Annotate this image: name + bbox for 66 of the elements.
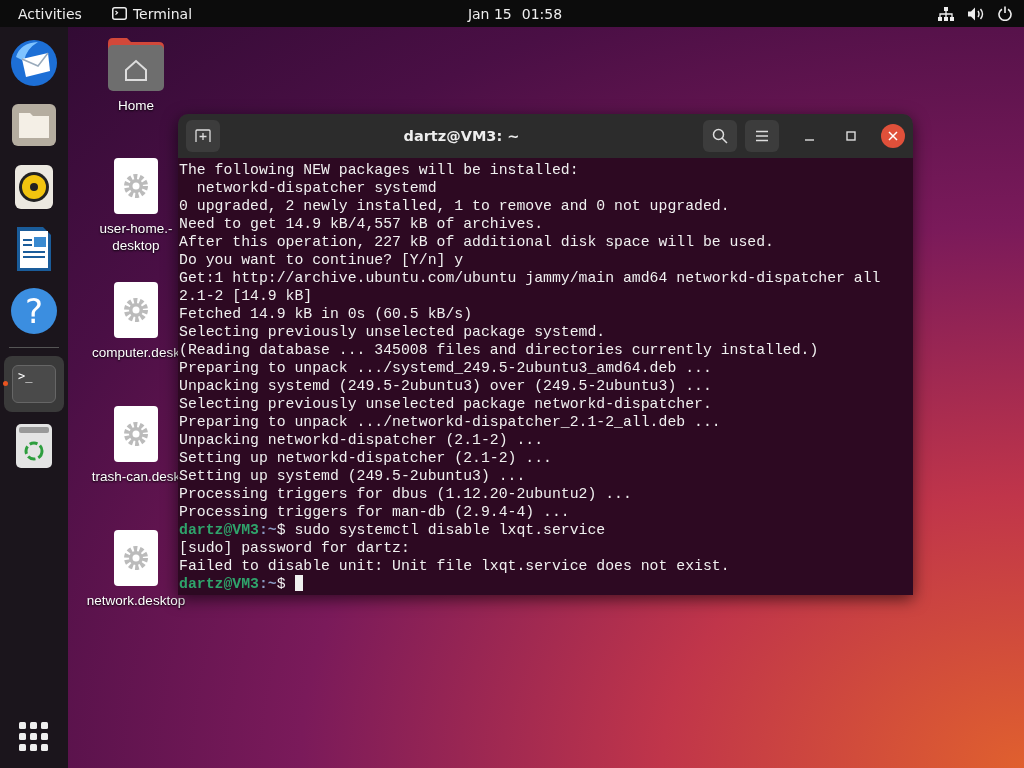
clock-date[interactable]: Jan 15 — [467, 5, 512, 22]
volume-icon[interactable] — [968, 6, 984, 21]
output-line: Setting up systemd (249.5-2ubuntu3) ... — [179, 468, 526, 484]
output-line: Setting up networkd-dispatcher (2.1-2) ... — [179, 450, 552, 466]
prompt-path: :~ — [258, 522, 277, 538]
icon-label[interactable]: network.desktop — [86, 592, 186, 609]
new-tab-icon — [195, 129, 211, 143]
icon-label[interactable]: user-home.- desktop — [99, 220, 173, 254]
app-menu[interactable]: Terminal — [132, 5, 193, 22]
gear-icon — [123, 173, 149, 199]
output-line: Failed to disable unit: Unit file lxqt.service does not exist. — [179, 558, 730, 574]
prompt-user: dartz@VM3 — [179, 576, 259, 592]
trash-icon — [15, 423, 53, 469]
output-line: 2.1-2 [14.9 kB] — [179, 288, 313, 304]
output-line: Processing triggers for dbus (1.12.20-2ubuntu2) ... — [179, 486, 632, 502]
output-line: Selecting previously unselected package networkd-dispatcher. — [179, 396, 712, 412]
output-line: networkd-dispatcher systemd — [195, 180, 437, 196]
icon-label[interactable]: computer.desk — [92, 344, 180, 361]
output-line: Processing triggers for man-db (2.9.4-4) ... — [179, 504, 570, 520]
running-indicator — [3, 381, 8, 386]
folder-icon — [11, 103, 57, 147]
output-line: Unpacking networkd-dispatcher (2.1-2) ... — [179, 432, 544, 448]
clock-time[interactable]: 01:58 — [521, 5, 563, 22]
power-icon[interactable] — [998, 6, 1012, 21]
output-line: Need to get 14.9 kB/4,557 kB of archives. — [179, 216, 544, 232]
home-folder-icon — [108, 37, 164, 91]
window-title: dartz@VM3: ~ — [402, 128, 521, 144]
output-line: 0 upgraded, 2 newly installed, 1 to remove and 0 not upgraded. — [179, 198, 730, 214]
new-tab-button[interactable] — [186, 120, 220, 152]
output-line: (Reading database ... 345008 files and directories currently installed.) — [179, 342, 819, 358]
mail-icon — [10, 39, 58, 87]
minimize-icon — [804, 139, 814, 141]
gear-icon — [123, 297, 149, 323]
output-line: Preparing to unpack .../systemd_249.5-2ubuntu3_amd64.deb ... — [179, 360, 712, 376]
command-text: $ sudo systemctl disable lxqt.service — [276, 522, 606, 538]
output-line: Unpacking systemd (249.5-2ubuntu3) over (249.5-2ubuntu3) ... — [179, 378, 712, 394]
prompt-path: :~ — [258, 576, 277, 592]
prompt-user: dartz@VM3 — [179, 522, 259, 538]
output-line: [sudo] password for dartz: — [179, 540, 410, 556]
close-button[interactable] — [881, 124, 905, 148]
output-line: Get:1 http://archive.ubuntu.com/ubuntu jammy/main amd64 networkd-dispatcher all — [179, 270, 881, 286]
close-icon — [888, 131, 898, 141]
terminal-icon: >_ — [12, 365, 56, 403]
network-icon[interactable] — [938, 6, 954, 21]
speaker-icon — [14, 164, 54, 210]
icon-label[interactable]: Home — [118, 97, 154, 114]
output-line: Selecting previously unselected package systemd. — [179, 324, 606, 340]
gear-icon — [123, 421, 149, 447]
output-line: Do you want to continue? [Y/n] y — [179, 252, 464, 268]
activities-button[interactable]: Activities — [18, 5, 82, 22]
command-text: $ — [276, 576, 286, 592]
terminal-icon — [111, 7, 127, 20]
document-icon — [15, 225, 53, 273]
output-line: The following NEW packages will be installed: — [179, 162, 579, 178]
output-line: Fetched 14.9 kB in 0s (60.5 kB/s) — [179, 306, 473, 322]
search-button[interactable] — [703, 120, 737, 152]
search-icon — [712, 128, 728, 144]
gear-icon — [123, 545, 149, 571]
dock-item[interactable]: >_ — [4, 356, 64, 412]
help-icon: ? — [11, 288, 57, 334]
output-line: Preparing to unpack .../networkd-dispatcher_2.1-2_all.deb ... — [179, 414, 721, 430]
maximize-icon — [846, 131, 856, 141]
output-line: After this operation, 227 kB of additional disk space will be used. — [179, 234, 774, 250]
menu-button[interactable] — [745, 120, 779, 152]
menu-icon — [755, 130, 769, 142]
app-grid-icon[interactable] — [19, 722, 49, 752]
